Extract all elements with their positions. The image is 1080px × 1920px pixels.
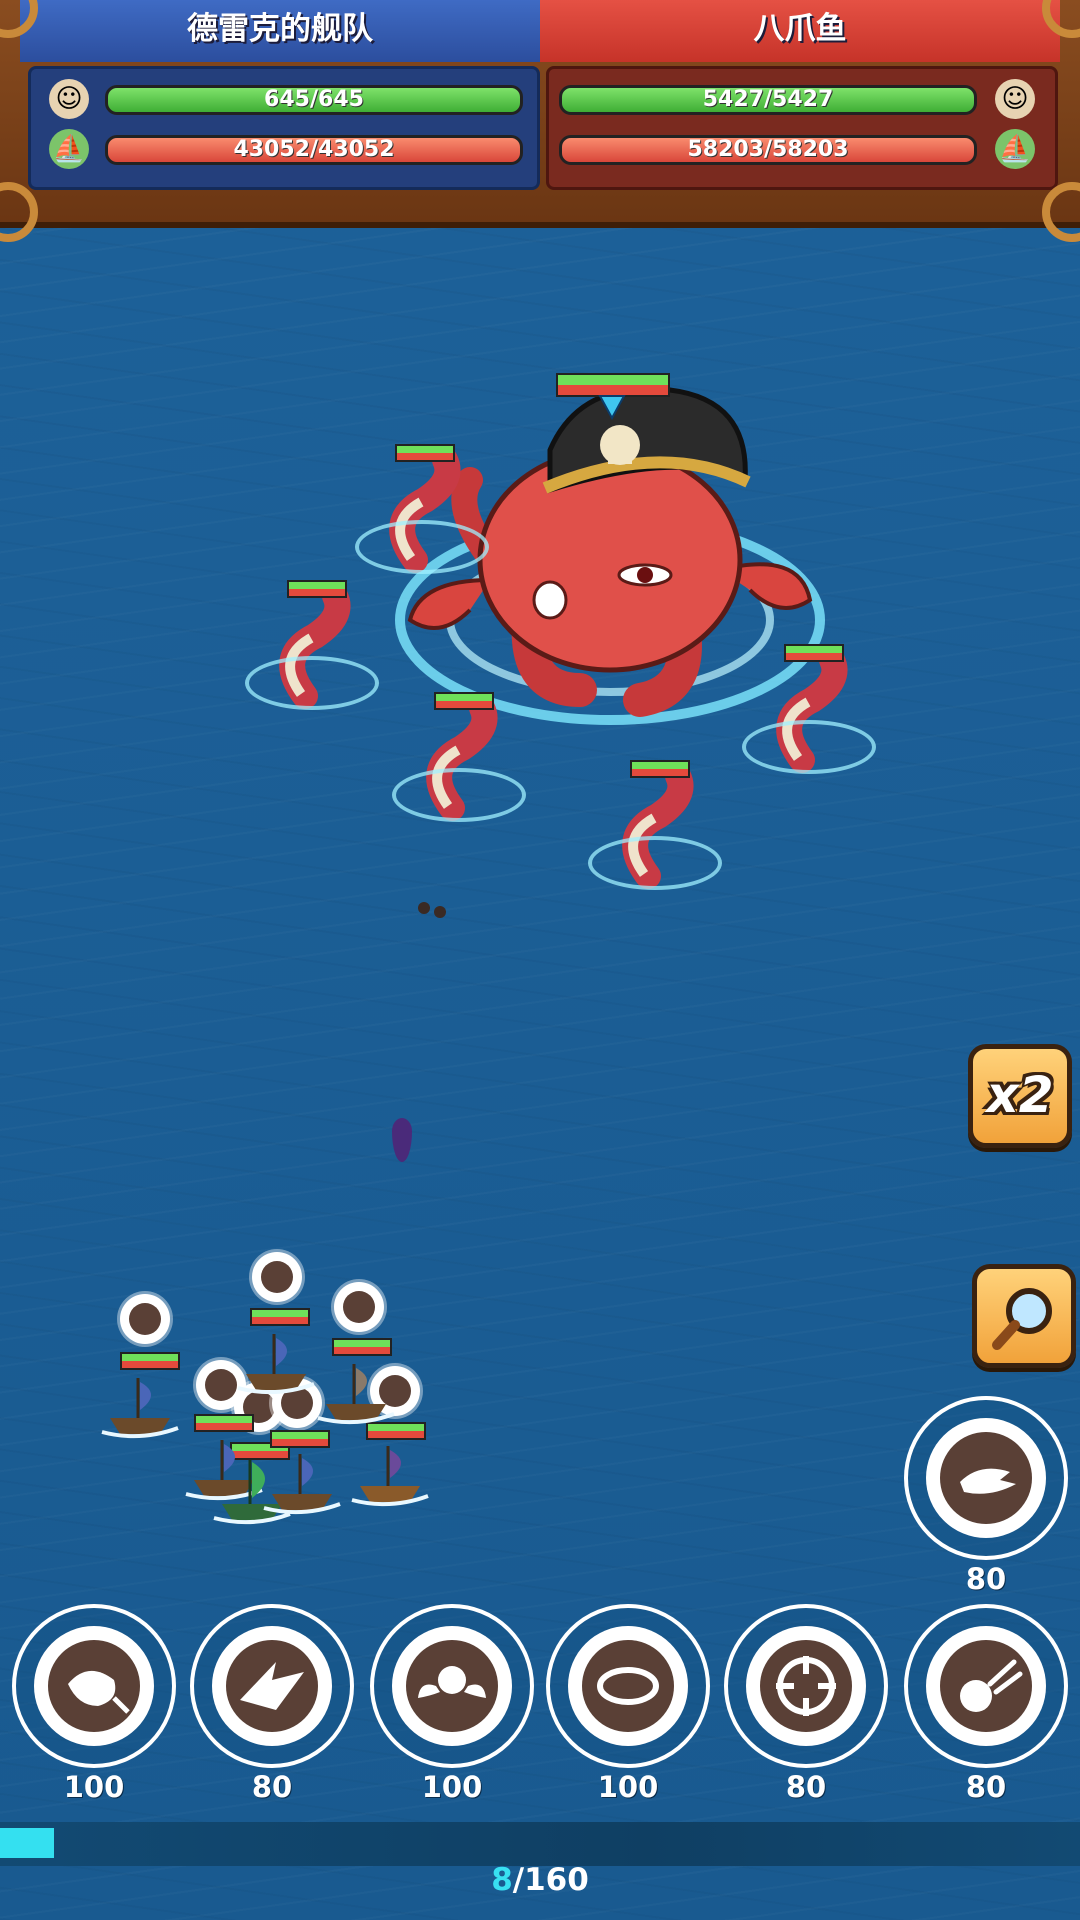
magnifier-icon — [992, 1288, 1052, 1350]
tentacle-enemy[interactable] — [392, 688, 526, 832]
player-ship[interactable] — [350, 1438, 430, 1508]
skill-cost: 80 — [785, 1770, 827, 1804]
ship-hp-bar — [194, 1414, 254, 1432]
ship-icon: ⛵ — [49, 129, 89, 169]
tentacle-hp-bar — [434, 692, 494, 710]
skill-cost: 80 — [965, 1770, 1007, 1804]
sea-background — [0, 0, 1080, 1920]
inspect-button[interactable] — [972, 1264, 1076, 1368]
left-team-name: 德雷克的舰队 — [20, 0, 540, 62]
tentacle-enemy[interactable] — [742, 640, 876, 784]
tentacle-enemy[interactable] — [588, 756, 722, 900]
ship-hp-bar — [250, 1308, 310, 1326]
ship-hp-bar — [120, 1352, 180, 1370]
skill-cost: 100 — [597, 1770, 659, 1804]
winged-shell-icon — [418, 1666, 486, 1698]
crosshair-icon — [776, 1656, 836, 1716]
skill-cost: 100 — [421, 1770, 483, 1804]
ship-icon: ⛵ — [995, 129, 1035, 169]
player-ship[interactable] — [100, 1370, 180, 1440]
captain-icon: ☺ — [995, 79, 1035, 119]
energy-bar-fill — [0, 1828, 54, 1858]
skill-cost: 80 — [965, 1562, 1007, 1596]
cannonball — [434, 906, 446, 918]
fish-bomb-icon — [68, 1670, 130, 1714]
ship-skill-indicator — [120, 1294, 170, 1344]
tentacle-hp-bar — [784, 644, 844, 662]
left-team-panel: ☺ ⛵ 645/645 43052/43052 — [28, 66, 540, 190]
tentacle-hp-bar — [395, 444, 455, 462]
skill-button-cannonball[interactable] — [904, 1604, 1068, 1768]
energy-counter: 8/160 — [0, 1862, 1080, 1898]
speed-label: x2 — [986, 1066, 1054, 1124]
skill-button-wave-shot[interactable] — [904, 1396, 1068, 1560]
shark-icon — [240, 1662, 304, 1710]
right-ship-hp-bar: 58203/58203 — [559, 135, 977, 165]
target-marker-icon — [598, 395, 626, 420]
speed-x2-button[interactable]: x2 — [968, 1044, 1072, 1148]
cannonball-icon — [960, 1659, 1023, 1712]
tentacle-enemy[interactable] — [245, 576, 379, 720]
cannonball — [418, 902, 430, 914]
energy-current: 8 — [491, 1862, 513, 1898]
skill-button-fish-bomb[interactable] — [12, 1604, 176, 1768]
right-team-panel: 5427/5427 58203/58203 ☺ ⛵ — [546, 66, 1058, 190]
tentacle-hp-bar — [287, 580, 347, 598]
player-ship[interactable] — [316, 1356, 396, 1426]
left-ship-hp-bar: 43052/43052 — [105, 135, 523, 165]
skill-cost: 80 — [251, 1770, 293, 1804]
skill-button-winged-shell[interactable] — [370, 1604, 534, 1768]
battle-hud: 德雷克的舰队 八爪鱼 ☺ ⛵ 645/645 43052/43052 5427/… — [0, 0, 1080, 242]
left-crew-hp-bar: 645/645 — [105, 85, 523, 115]
ship-skill-indicator — [334, 1282, 384, 1332]
skill-button-shark[interactable] — [190, 1604, 354, 1768]
ship-hp-bar — [332, 1338, 392, 1356]
ship-skill-indicator — [252, 1252, 302, 1302]
energy-bar — [0, 1822, 1080, 1866]
skill-button-crosshair[interactable] — [724, 1604, 888, 1768]
captain-icon: ☺ — [49, 79, 89, 119]
energy-max: /160 — [512, 1862, 589, 1898]
player-ship[interactable] — [236, 1326, 316, 1396]
tentacle-enemy[interactable] — [355, 440, 489, 584]
player-ship[interactable] — [262, 1446, 342, 1516]
skill-cost: 100 — [63, 1770, 125, 1804]
ring-icon — [597, 1667, 659, 1705]
right-crew-hp-bar: 5427/5427 — [559, 85, 977, 115]
tentacle-hp-bar — [630, 760, 690, 778]
skill-button-ring[interactable] — [546, 1604, 710, 1768]
right-team-name: 八爪鱼 — [540, 0, 1060, 62]
wave-shot-icon — [960, 1468, 1016, 1494]
